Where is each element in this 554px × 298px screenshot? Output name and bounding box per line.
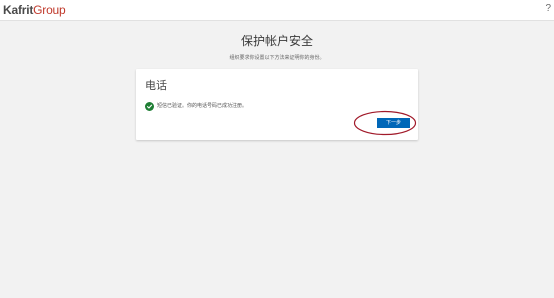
next-button[interactable]: 下一步 <box>377 118 410 128</box>
verification-status: 短信已验证。你的电话号码已成功注册。 <box>145 101 247 111</box>
check-circle-icon <box>145 101 154 111</box>
logo-main-text: Kafrit <box>3 3 34 17</box>
page-title: 保护帐户安全 <box>240 34 313 48</box>
page-subtitle: 组织要求你设置以下方法来证明你的身份。 <box>229 55 325 61</box>
top-bar: KafritGroup ? <box>0 0 554 21</box>
card-title: 电话 <box>145 79 167 92</box>
logo-accent-text: Group <box>33 3 66 17</box>
company-logo: KafritGroup <box>3 2 66 18</box>
phone-method-card: 电话 短信已验证。你的电话号码已成功注册。 下一步 <box>136 69 418 140</box>
help-icon[interactable]: ? <box>545 3 551 15</box>
status-message: 短信已验证。你的电话号码已成功注册。 <box>157 102 248 109</box>
